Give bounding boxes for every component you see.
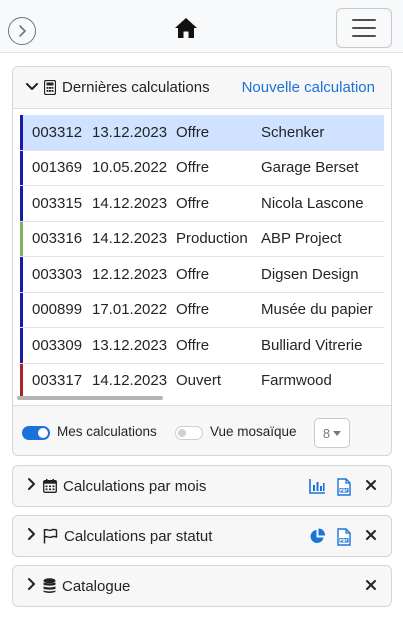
status-color-bar [20,257,23,292]
status-calculations-panel[interactable]: Calculations par statut [12,515,392,557]
calculation-date: 14.12.2023 [92,194,168,212]
calculation-client: Musée du papier [261,301,373,319]
status-color-bar [20,328,23,363]
pdf-file-icon[interactable] [336,528,352,550]
hamburger-menu-icon[interactable] [336,8,392,48]
calculation-number: 003309 [32,336,83,354]
calculation-client: Schenker [261,123,325,141]
calculation-client: Digsen Design [261,265,359,283]
table-row[interactable]: 003312 13.12.2023 Offre Schenker [20,115,384,151]
calculator-icon [44,80,56,95]
status-color-bar [20,115,23,150]
caret-down-icon [333,430,342,436]
pdf-file-icon[interactable] [336,478,352,500]
mosaic-toggle-label: Vue mosaïque [210,424,297,439]
calculation-number: 001369 [32,159,83,177]
recent-calculations-card: Dernières calculations Nouvelle calculat… [12,66,392,456]
recent-calculations-title: Dernières calculations [62,79,210,96]
calculation-date: 13.12.2023 [92,336,168,354]
new-calculation-link[interactable]: Nouvelle calculation [242,79,375,96]
status-color-bar [20,150,23,185]
table-row[interactable]: 003316 14.12.2023 Production ABP Project [20,221,384,257]
monthly-calculations-title: Calculations par mois [63,477,207,495]
top-navbar [0,0,403,53]
calculation-type: Ouvert [176,372,222,390]
count-select[interactable]: 8 [314,418,350,448]
bar-chart-icon[interactable] [309,478,326,498]
calculation-number: 003315 [32,194,83,212]
database-icon [43,578,56,594]
count-select-value: 8 [322,425,331,441]
calendar-icon [43,479,57,493]
calculation-type: Offre [176,123,210,141]
status-calculations-title: Calculations par statut [64,527,213,545]
mine-toggle-label: Mes calculations [57,424,157,439]
calculation-type: Production [176,230,248,248]
calculation-client: Nicola Lascone [261,194,364,212]
table-row[interactable]: 003317 14.12.2023 Ouvert Farmwood [20,363,384,398]
calculation-client: Farmwood [261,372,332,390]
calculation-number: 003316 [32,230,83,248]
calculation-date: 12.12.2023 [92,265,168,283]
mosaic-toggle[interactable] [175,426,203,440]
calculation-client: Bulliard Vitrerie [261,336,363,354]
catalog-panel[interactable]: Catalogue [12,565,392,607]
calculation-type: Offre [176,301,210,319]
calculation-number: 003303 [32,265,83,283]
monthly-calculations-panel[interactable]: Calculations par mois [12,465,392,507]
calculation-date: 14.12.2023 [92,230,168,248]
calculation-number: 003312 [32,123,83,141]
calculation-type: Offre [176,265,210,283]
calculation-date: 13.12.2023 [92,123,168,141]
table-row[interactable]: 003303 12.12.2023 Offre Digsen Design [20,257,384,293]
horizontal-scrollbar[interactable] [17,396,163,400]
calculation-date: 17.01.2022 [92,301,168,319]
recent-calculations-header[interactable]: Dernières calculations Nouvelle calculat… [13,67,391,109]
status-color-bar [20,186,23,221]
calculation-client: Garage Berset [261,159,359,177]
flag-icon [43,528,58,544]
calculation-type: Offre [176,336,210,354]
table-row[interactable]: 000899 17.01.2022 Offre Musée du papier [20,292,384,328]
close-icon[interactable] [365,478,377,495]
close-icon[interactable] [365,578,377,595]
table-row[interactable]: 001369 10.05.2022 Offre Garage Berset [20,150,384,186]
calculation-number: 003317 [32,372,83,390]
chevron-down-icon[interactable] [25,79,39,96]
close-icon[interactable] [365,528,377,545]
calculation-type: Offre [176,194,210,212]
calculation-date: 10.05.2022 [92,159,168,177]
chevron-right-icon[interactable] [27,577,37,595]
pie-chart-icon[interactable] [309,528,326,549]
table-row[interactable]: 003309 13.12.2023 Offre Bulliard Vitrerie [20,328,384,364]
calculations-list: 003312 13.12.2023 Offre Schenker 001369 10.05… [20,115,384,398]
status-color-bar [20,292,23,327]
calculation-date: 14.12.2023 [92,372,168,390]
status-color-bar [20,363,23,398]
catalog-title: Catalogue [62,577,131,595]
calculation-number: 000899 [32,301,83,319]
status-color-bar [20,221,23,256]
mine-toggle[interactable] [22,426,50,440]
recent-calculations-footer: Mes calculations Vue mosaïque 8 [13,405,391,455]
home-icon[interactable] [174,17,198,39]
chevron-right-icon[interactable] [27,527,37,545]
calculation-client: ABP Project [261,230,342,248]
chevron-right-icon[interactable] [27,477,37,495]
calculation-type: Offre [176,159,210,177]
table-row[interactable]: 003315 14.12.2023 Offre Nicola Lascone [20,186,384,222]
chevron-right-circle-icon[interactable] [8,17,36,45]
